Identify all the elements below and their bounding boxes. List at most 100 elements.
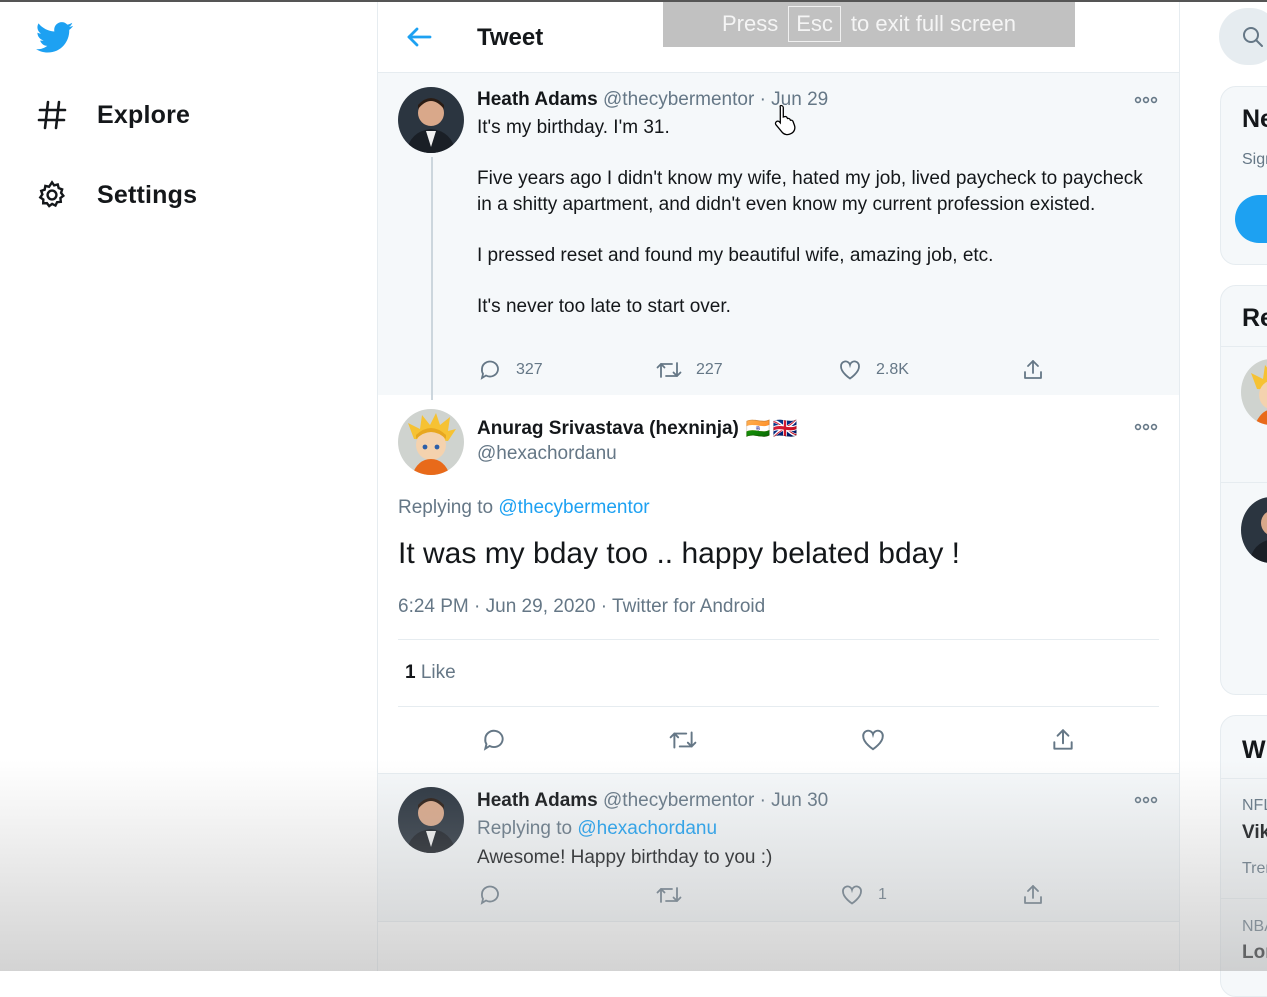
fullscreen-rest: to exit full screen: [850, 10, 1016, 36]
like-count: 1: [878, 886, 887, 903]
replying-to: Replying to @hexachordanu: [477, 818, 717, 840]
trend-category: NBA: [1242, 918, 1267, 935]
back-arrow-icon: [407, 27, 432, 47]
tweet-paragraph: It's my birthday. I'm 31.: [477, 117, 670, 138]
reply-tweet[interactable]: Heath Adams @thecybermentor · Jun 30 Rep…: [378, 773, 1179, 922]
reply-button[interactable]: 327: [478, 358, 543, 382]
author-name[interactable]: Anurag Srivastava (hexninja): [477, 418, 739, 440]
divider: [1221, 898, 1267, 899]
tweet-date[interactable]: · Jun 30: [760, 790, 829, 811]
tweet-text: It was my bday too .. happy belated bday…: [398, 537, 961, 570]
author-name[interactable]: Heath Adams: [477, 89, 598, 110]
like-count: 2.8K: [876, 361, 909, 378]
avatar[interactable]: [1241, 497, 1267, 563]
trend-name[interactable]: Lor: [1242, 942, 1267, 964]
avatar[interactable]: [1241, 359, 1267, 425]
nav-explore[interactable]: Explore: [36, 99, 190, 131]
likes-label: Like: [420, 662, 456, 683]
share-button[interactable]: [1021, 358, 1045, 382]
retweet-button[interactable]: [656, 883, 682, 907]
more-icon: [1134, 796, 1158, 804]
main-column: Tweet Heath Adams @thecybermentor · Jun …: [377, 0, 1180, 971]
more-icon: [1134, 96, 1158, 104]
retweet-count: 227: [696, 361, 723, 378]
divider: [1221, 482, 1267, 483]
retweet-button[interactable]: [669, 727, 697, 753]
search-box[interactable]: [1219, 8, 1267, 65]
retweet-button[interactable]: 227: [656, 358, 723, 382]
whats-happening-card: W NFL Vik Tren NBA Lor: [1220, 715, 1267, 997]
flag-india: 🇮🇳: [745, 418, 771, 440]
retweet-icon: [656, 362, 682, 378]
share-icon: [1024, 360, 1042, 379]
divider: [1221, 778, 1267, 779]
divider: [1221, 346, 1267, 347]
card-title: Re: [1242, 304, 1267, 332]
fullscreen-notice: Press Esc to exit full screen: [663, 0, 1075, 47]
heart-icon: [840, 360, 860, 380]
tweet-meta[interactable]: 6:24 PM · Jun 29, 2020 · Twitter for And…: [398, 596, 765, 618]
replying-to-link[interactable]: @hexachordanu: [577, 818, 717, 839]
retweet-icon: [669, 731, 697, 749]
trend-extra: Tren: [1242, 860, 1267, 877]
more-options-button[interactable]: [1133, 92, 1159, 108]
nav-explore-label: Explore: [97, 100, 191, 129]
trend-category: NFL: [1242, 797, 1267, 814]
hand-cursor-icon: [773, 103, 799, 142]
replying-to-link[interactable]: @thecybermentor: [498, 497, 649, 518]
card-subtitle: Sign: [1242, 151, 1267, 168]
more-icon: [1134, 423, 1158, 431]
reply-button[interactable]: [478, 883, 502, 907]
gear-icon: [36, 179, 68, 211]
tweet-paragraph: I pressed reset and found my beautiful w…: [477, 244, 994, 266]
author-handle[interactable]: @hexachordanu: [477, 443, 617, 465]
share-button[interactable]: [1021, 883, 1045, 907]
tweet-paragraph: Five years ago I didn't know my wife, ha…: [477, 168, 1143, 215]
divider: [398, 706, 1159, 707]
tweet-text: Awesome! Happy birthday to you :): [477, 847, 773, 868]
reply-button[interactable]: [481, 727, 507, 753]
flag-uk: 🇬🇧: [772, 418, 798, 440]
share-button[interactable]: [1050, 727, 1076, 753]
avatar[interactable]: [398, 787, 464, 853]
card-title: Ne: [1242, 105, 1267, 133]
more-options-button[interactable]: [1133, 792, 1159, 808]
avatar[interactable]: [398, 409, 464, 475]
heart-icon: [862, 729, 884, 751]
reply-icon: [480, 885, 499, 905]
reply-icon: [483, 729, 504, 751]
fullscreen-press: Press: [721, 10, 779, 36]
likes-summary[interactable]: 1 Like: [405, 662, 456, 684]
reply-count: 327: [516, 361, 543, 378]
divider: [398, 639, 1159, 640]
avatar[interactable]: [398, 87, 464, 153]
nav-settings-label: Settings: [97, 180, 198, 209]
replying-to-prefix: Replying to: [477, 818, 573, 839]
heart-icon: [842, 885, 862, 905]
nav-settings[interactable]: Settings: [36, 179, 197, 211]
author-handle[interactable]: @thecybermentor: [603, 790, 754, 811]
replying-to-prefix: Replying to: [398, 497, 494, 518]
like-button[interactable]: 2.8K: [838, 358, 909, 382]
signup-button[interactable]: [1235, 195, 1267, 243]
tweet-author-row: Anurag Srivastava (hexninja) 🇮🇳 🇬🇧: [477, 416, 798, 441]
author-handle[interactable]: @thecybermentor: [603, 89, 754, 110]
more-options-button[interactable]: [1133, 419, 1159, 435]
tweet-text: It's my birthday. I'm 31. Five years ago…: [477, 115, 1157, 319]
like-button[interactable]: 1: [840, 883, 887, 907]
back-button[interactable]: [402, 20, 436, 54]
top-border: [0, 0, 1267, 2]
page-title: Tweet: [477, 24, 544, 51]
tweet-paragraph: It's never too late to start over.: [477, 295, 731, 317]
thread-connector-line: [431, 157, 433, 400]
share-icon: [1053, 729, 1073, 750]
twitter-logo-icon[interactable]: [35, 18, 74, 56]
likes-count: 1: [405, 662, 416, 683]
tweet-author-row: Heath Adams @thecybermentor · Jun 30: [477, 790, 828, 812]
hashtag-icon: [36, 99, 68, 131]
search-icon: [1243, 27, 1263, 47]
author-name[interactable]: Heath Adams: [477, 790, 598, 811]
like-button[interactable]: [860, 727, 886, 753]
card-title: W: [1242, 736, 1266, 764]
trend-name[interactable]: Vik: [1242, 822, 1267, 844]
